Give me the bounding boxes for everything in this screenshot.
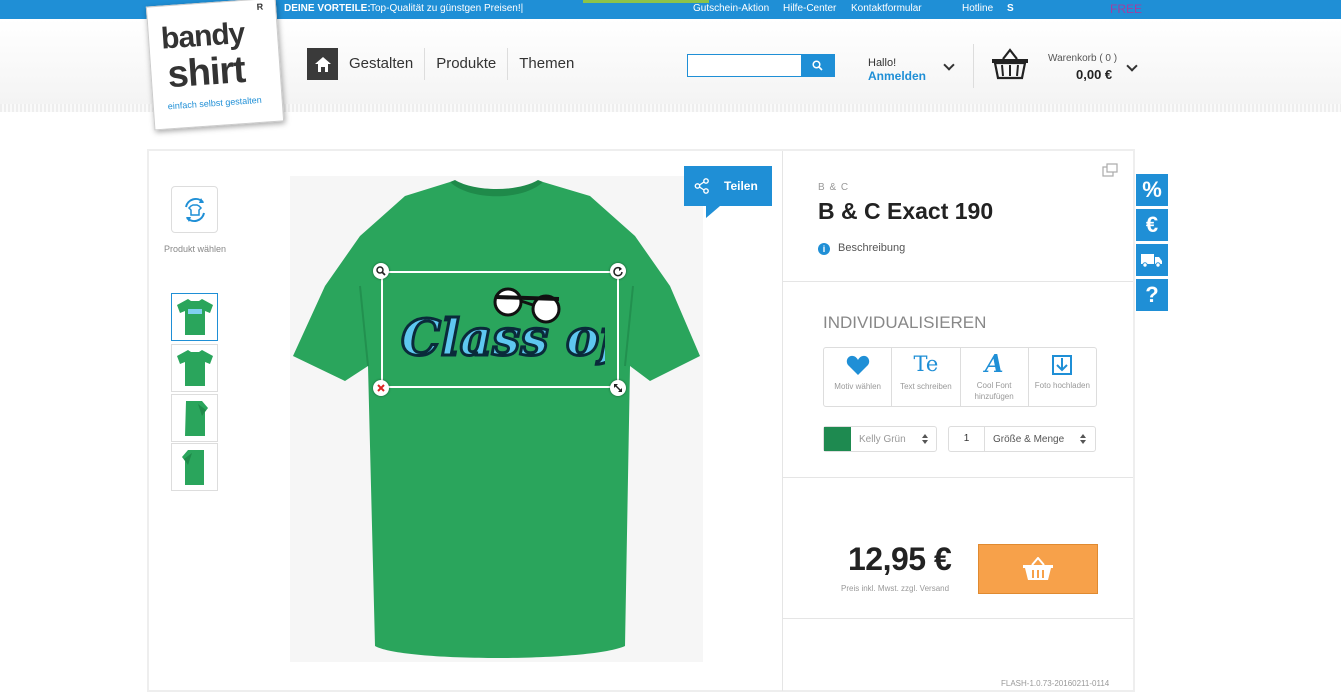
link-hilfe-center[interactable]: Hilfe-Center xyxy=(783,3,836,14)
zoom-handle-icon[interactable] xyxy=(373,263,389,279)
share-button[interactable]: Teilen xyxy=(684,166,772,218)
delete-handle-icon[interactable] xyxy=(373,380,389,396)
price-note: Preis inkl. Mwst. zzgl. Versand xyxy=(841,584,950,593)
shirt-side-right-thumb xyxy=(181,450,204,485)
motiv-waehlen-label: Motiv wählen xyxy=(834,382,881,391)
size-quantity-select[interactable]: 1 Größe & Menge xyxy=(948,426,1096,452)
cart-total: 0,00 € xyxy=(1076,67,1113,82)
shirt-front-plain-thumb xyxy=(176,350,213,386)
view-thumb-right[interactable] xyxy=(171,443,218,491)
nav-themen[interactable]: Themen xyxy=(508,48,585,80)
logo-word-2: shirt xyxy=(166,48,247,97)
upload-icon xyxy=(1052,355,1073,375)
basket-icon xyxy=(1023,557,1053,580)
refresh-shirt-icon xyxy=(184,197,205,222)
link-kontaktformular[interactable]: Kontaktformular xyxy=(851,3,922,14)
foto-hochladen-button[interactable]: Foto hochladen xyxy=(1029,348,1096,406)
advantages-text: Top-Qualität zu günstgen Preisen!| xyxy=(370,3,524,14)
euro-side-button[interactable]: € xyxy=(1136,209,1168,241)
column-divider xyxy=(782,151,783,691)
basket-icon xyxy=(992,48,1028,80)
color-select[interactable]: Kelly Grün xyxy=(823,426,937,452)
section-divider-3 xyxy=(783,618,1133,619)
hotline-extra: S xyxy=(1007,3,1014,14)
search-box xyxy=(687,54,835,77)
home-button[interactable] xyxy=(307,48,338,80)
main-nav: Gestalten Produkte Themen xyxy=(307,48,585,80)
cool-font-label: Cool Font hinzufügen xyxy=(974,381,1014,401)
motiv-waehlen-button[interactable]: Motiv wählen xyxy=(824,348,893,406)
section-divider-1 xyxy=(783,281,1133,282)
home-icon xyxy=(314,56,331,72)
free-label: FREE xyxy=(1110,2,1143,16)
version-label: FLASH-1.0.73-20160211-0114 xyxy=(1001,679,1110,688)
logo-tagline: einfach selbst gestalten xyxy=(167,94,263,112)
popout-icon[interactable] xyxy=(1102,163,1118,177)
search-button[interactable] xyxy=(801,55,834,76)
cart-label[interactable]: Warenkorb ( 0 ) xyxy=(1048,53,1117,64)
help-side-button[interactable]: ? xyxy=(1136,279,1168,311)
individualize-heading: INDIVIDUALISIEREN xyxy=(823,313,987,332)
info-icon[interactable]: i xyxy=(818,243,830,255)
link-hotline[interactable]: Hotline xyxy=(962,3,993,14)
shirt-front-thumb xyxy=(176,299,213,335)
nav-produkte[interactable]: Produkte xyxy=(425,48,509,80)
text-icon: Te xyxy=(913,352,939,376)
product-choose-label: Produkt wählen xyxy=(163,244,227,254)
rotate-handle-icon[interactable] xyxy=(610,263,626,279)
search-input[interactable] xyxy=(688,55,802,76)
greeting-text: Hallo! xyxy=(868,57,897,69)
font-icon: A xyxy=(984,349,1004,378)
design-tools: Motiv wählen Te Text schreiben A Cool Fo… xyxy=(823,347,1097,407)
add-to-cart-button[interactable] xyxy=(978,544,1098,594)
product-choose-button[interactable] xyxy=(171,186,218,233)
tshirt-mockup xyxy=(293,180,700,658)
truck-icon xyxy=(1141,254,1162,268)
text-schreiben-button[interactable]: Te Text schreiben xyxy=(892,348,961,406)
view-thumb-front[interactable] xyxy=(171,344,218,392)
updown-arrows-icon xyxy=(922,434,928,444)
view-thumb-left[interactable] xyxy=(171,394,218,442)
registered-mark: R xyxy=(256,1,264,12)
color-swatch xyxy=(824,427,851,451)
shipping-side-button[interactable] xyxy=(1136,244,1168,276)
share-bubble-tail xyxy=(706,206,720,218)
site-logo[interactable]: R bandy shirt einfach selbst gestalten xyxy=(145,0,285,131)
updown-arrows-icon xyxy=(1080,434,1086,444)
size-label: Größe & Menge xyxy=(993,434,1065,445)
view-thumb-front-design[interactable] xyxy=(171,293,218,341)
quantity-value[interactable]: 1 xyxy=(949,427,985,451)
login-link[interactable]: Anmelden xyxy=(868,69,926,83)
nav-gestalten[interactable]: Gestalten xyxy=(338,48,426,80)
header-divider xyxy=(973,44,974,88)
share-label: Teilen xyxy=(724,179,758,193)
color-name: Kelly Grün xyxy=(859,434,906,445)
share-icon xyxy=(694,178,709,194)
advantages-label: DEINE VORTEILE: xyxy=(284,3,371,14)
shirt-side-left-thumb xyxy=(184,401,208,436)
product-brand: B & C xyxy=(818,182,850,193)
top-accent-tab xyxy=(583,0,709,3)
product-price: 12,95 € xyxy=(848,541,952,577)
link-gutschein[interactable]: Gutschein-Aktion xyxy=(693,3,769,14)
heart-icon xyxy=(846,355,869,375)
section-divider-2 xyxy=(783,477,1133,478)
product-title: B & C Exact 190 xyxy=(818,198,994,224)
search-icon xyxy=(812,60,823,71)
foto-hochladen-label: Foto hochladen xyxy=(1034,381,1090,390)
cart-button[interactable] xyxy=(991,48,1029,85)
resize-handle-icon[interactable] xyxy=(610,380,626,396)
percent-side-button[interactable]: % xyxy=(1136,174,1168,206)
description-link[interactable]: Beschreibung xyxy=(838,242,905,254)
text-schreiben-label: Text schreiben xyxy=(900,382,952,391)
design-selection-box[interactable] xyxy=(381,271,619,388)
cool-font-button[interactable]: A Cool Font hinzufügen xyxy=(961,348,1029,406)
